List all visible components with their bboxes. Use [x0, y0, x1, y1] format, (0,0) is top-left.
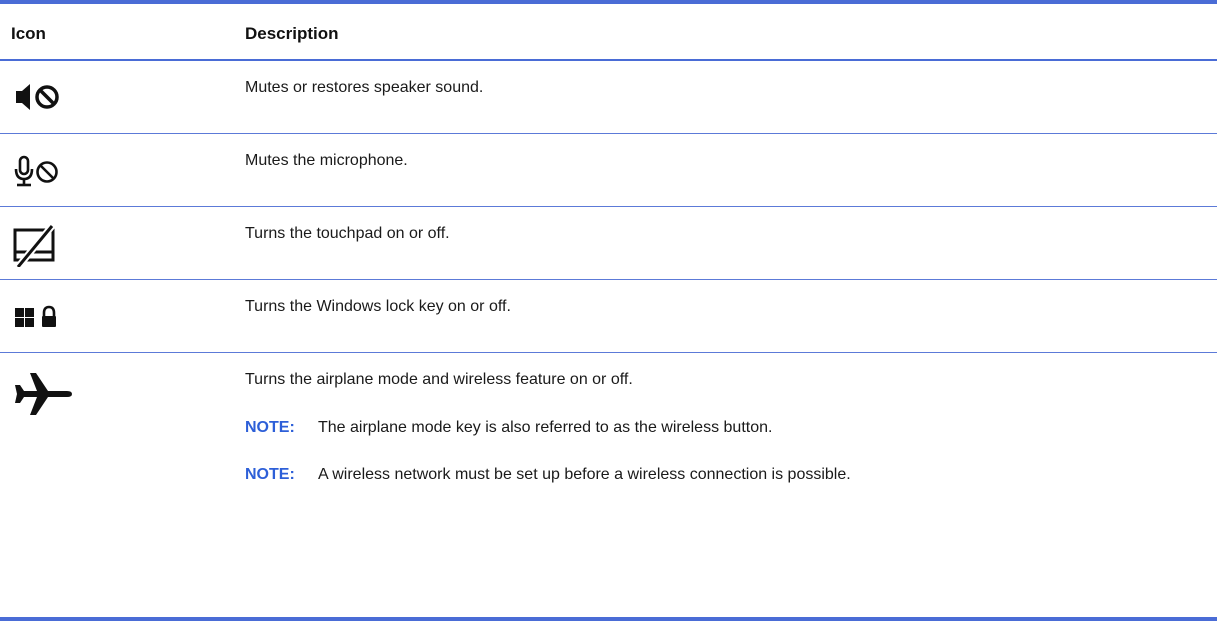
- microphone-mute-icon: [12, 154, 76, 188]
- note-text: The airplane mode key is also referred t…: [318, 419, 773, 436]
- touchpad-off-icon: [12, 223, 76, 267]
- table-row: Turns the Windows lock key on or off.: [0, 280, 1217, 352]
- note-label: NOTE:: [245, 466, 295, 483]
- table-header-row: Icon Description: [0, 4, 1217, 60]
- header-icon: Icon: [11, 24, 46, 43]
- header-description: Description: [245, 24, 339, 43]
- row-description: Turns the touchpad on or off.: [245, 225, 450, 242]
- function-key-table: Icon Description Mutes or restores speak…: [0, 0, 1217, 621]
- note-label: NOTE:: [245, 419, 295, 436]
- table-row: Mutes or restores speaker sound.: [0, 61, 1217, 133]
- note: NOTE: The airplane mode key is also refer…: [245, 419, 772, 437]
- row-description: Turns the Windows lock key on or off.: [245, 298, 511, 315]
- note: NOTE: A wireless network must be set up b…: [245, 466, 851, 484]
- row-description: Mutes or restores speaker sound.: [245, 79, 484, 96]
- table-row: Turns the touchpad on or off.: [0, 207, 1217, 279]
- table-row: Mutes the microphone.: [0, 134, 1217, 206]
- row-description: Turns the airplane mode and wireless fea…: [245, 371, 633, 388]
- airplane-icon: [12, 371, 76, 417]
- row-description: Mutes the microphone.: [245, 152, 408, 169]
- windows-lock-icon: [12, 303, 76, 331]
- table-row: Turns the airplane mode and wireless fea…: [0, 353, 1217, 617]
- speaker-mute-icon: [12, 81, 76, 113]
- table-bottom-rule: [0, 617, 1217, 621]
- note-text: A wireless network must be set up before…: [318, 466, 851, 483]
